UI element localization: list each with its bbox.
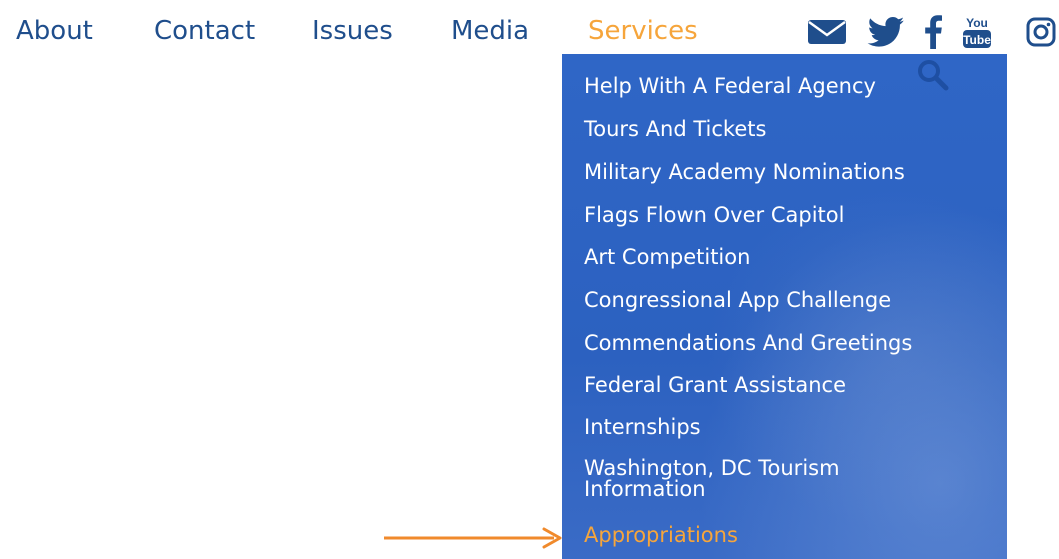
page: About Contact Issues Media Services You xyxy=(0,0,1059,559)
nav-media[interactable]: Media xyxy=(451,14,529,48)
menu-item-federal-grant[interactable]: Federal Grant Assistance xyxy=(584,373,994,397)
menu-item-appropriations[interactable]: Appropriations xyxy=(584,523,994,547)
menu-item-military-academy[interactable]: Military Academy Nominations xyxy=(584,160,994,184)
menu-item-help-federal-agency[interactable]: Help With A Federal Agency xyxy=(584,74,994,98)
menu-item-tours-tickets[interactable]: Tours And Tickets xyxy=(584,117,994,141)
menu-item-art-competition[interactable]: Art Competition xyxy=(584,245,994,269)
svg-text:Tube: Tube xyxy=(963,33,991,47)
menu-item-internships[interactable]: Internships xyxy=(584,415,994,439)
nav-contact[interactable]: Contact xyxy=(154,14,255,48)
top-navigation: About Contact Issues Media Services You xyxy=(0,0,1059,58)
svg-text:You: You xyxy=(966,16,988,30)
email-icon[interactable] xyxy=(804,12,850,52)
nav-services[interactable]: Services xyxy=(588,14,698,48)
menu-item-flags[interactable]: Flags Flown Over Capitol xyxy=(584,203,994,227)
facebook-icon[interactable] xyxy=(920,12,946,52)
twitter-icon[interactable] xyxy=(864,12,908,52)
menu-item-dc-tourism[interactable]: Washington, DC Tourism Information xyxy=(584,458,884,500)
menu-item-commendations[interactable]: Commendations And Greetings xyxy=(584,331,994,355)
instagram-icon[interactable] xyxy=(1024,12,1058,52)
youtube-icon[interactable]: You Tube xyxy=(960,12,994,52)
menu-item-app-challenge[interactable]: Congressional App Challenge xyxy=(584,288,994,312)
nav-issues[interactable]: Issues xyxy=(312,14,393,48)
nav-about[interactable]: About xyxy=(16,14,93,48)
services-dropdown-menu: Help With A Federal Agency Tours And Tic… xyxy=(562,54,1007,559)
annotation-arrow xyxy=(384,527,562,549)
